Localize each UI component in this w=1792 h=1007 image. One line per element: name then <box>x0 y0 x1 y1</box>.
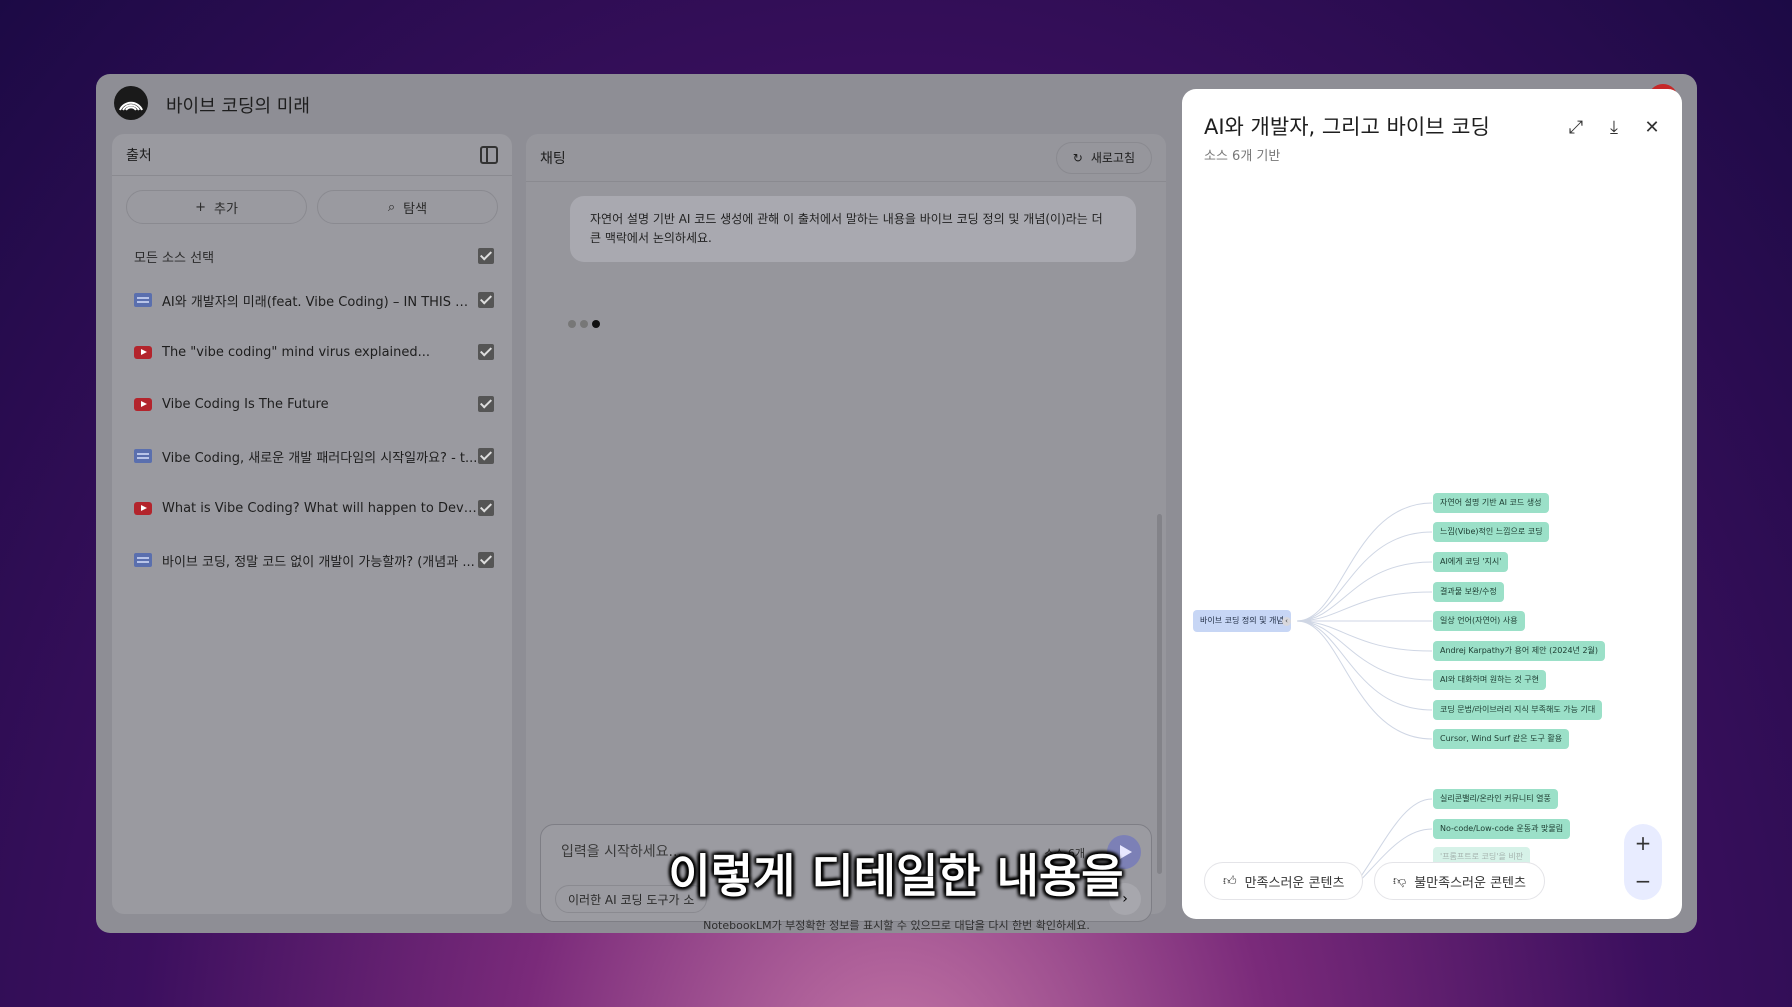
source-item[interactable]: The "vibe coding" mind virus explained..… <box>112 326 512 378</box>
document-icon <box>134 449 152 463</box>
dislike-button[interactable]: 👎︎ 불만족스러운 콘텐츠 <box>1374 862 1545 900</box>
source-count: 소스 6개 <box>1044 847 1085 860</box>
source-checkbox[interactable] <box>478 344 494 360</box>
chat-title: 채팅 <box>540 150 566 167</box>
collapse-panel-icon[interactable] <box>480 145 498 164</box>
source-item[interactable]: AI와 개발자의 미래(feat. Vibe Coding) – IN THIS… <box>112 274 512 326</box>
loading-indicator <box>568 320 600 328</box>
chevron-right-icon[interactable]: › <box>1109 883 1141 915</box>
source-checkbox[interactable] <box>478 448 494 464</box>
mindmap-node[interactable]: No-code/Low-code 운동과 맞물림 <box>1433 819 1571 839</box>
discover-button[interactable]: ⌕ 탐색 <box>317 190 498 224</box>
zoom-out-icon[interactable]: − <box>1635 869 1652 893</box>
chat-input[interactable]: 입력을 시작하세요... <box>561 841 682 861</box>
send-button[interactable] <box>1107 835 1141 869</box>
mindmap-node[interactable]: 코딩 문법/라이브러리 지식 부족해도 가능 기대 <box>1433 700 1603 720</box>
collapse-node-icon[interactable]: ‹ <box>1282 617 1291 626</box>
plus-icon: + <box>195 199 206 215</box>
refresh-button[interactable]: ↻ 새로고침 <box>1055 141 1152 174</box>
chat-panel: 채팅 ↻ 새로고침 자연어 설명 기반 AI 코드 생성에 관해 이 출처에서 … <box>526 134 1166 922</box>
source-item[interactable]: What is Vibe Coding? What will happen to… <box>112 482 512 534</box>
mindmap-node[interactable]: AI에게 코딩 '지시' <box>1433 552 1509 572</box>
chat-scrollbar[interactable] <box>1157 514 1162 874</box>
mindmap-panel: AI와 개발자, 그리고 바이브 코딩 소스 6개 기반 ⤢ ⤓ ✕ 바이브 코… <box>1182 89 1682 919</box>
zoom-in-icon[interactable]: + <box>1635 831 1652 855</box>
sources-panel: 출처 + 추가 ⌕ 탐색 모든 소스 선택 AI와 개발자의 미래(feat. … <box>112 134 512 914</box>
mindmap-node[interactable]: 느낌(Vibe)적인 느낌으로 코딩 <box>1433 522 1550 542</box>
mindmap-connectors <box>1296 502 1433 890</box>
disclaimer: NotebookLM가 부정확한 정보를 표시할 수 있으므로 대답을 다시 한… <box>703 919 1090 932</box>
youtube-icon <box>134 501 152 515</box>
document-icon <box>134 553 152 567</box>
mindmap-node[interactable]: AI와 대화하며 원하는 것 구현 <box>1433 670 1546 690</box>
source-checkbox[interactable] <box>478 396 494 412</box>
like-button[interactable]: 👍︎ 만족스러운 콘텐츠 <box>1204 862 1364 900</box>
chat-header: 채팅 ↻ 새로고침 <box>526 134 1166 182</box>
sources-title: 출처 <box>126 147 152 164</box>
document-icon <box>134 293 152 307</box>
mindmap-node[interactable]: 자연어 설명 기반 AI 코드 생성 <box>1433 493 1549 513</box>
source-checkbox[interactable] <box>478 500 494 516</box>
thumbs-up-icon: 👍︎ <box>1223 873 1237 889</box>
search-sparkle-icon: ⌕ <box>387 199 396 215</box>
source-checkbox[interactable] <box>478 552 494 568</box>
select-all-row[interactable]: 모든 소스 선택 <box>112 238 512 274</box>
youtube-icon <box>134 345 152 359</box>
notebook-title[interactable]: 바이브 코딩의 미래 <box>166 92 310 118</box>
mindmap-node[interactable]: 실리콘밸리/온라인 커뮤니티 열풍 <box>1433 789 1558 809</box>
select-all-checkbox[interactable] <box>478 248 494 264</box>
mindmap-node[interactable]: 일상 언어(자연어) 사용 <box>1433 611 1525 631</box>
suggestion-chip[interactable]: 이러한 AI 코딩 도구가 소 <box>555 885 708 913</box>
user-message: 자연어 설명 기반 AI 코드 생성에 관해 이 출처에서 말하는 내용을 바이… <box>570 196 1136 262</box>
source-item[interactable]: 바이브 코딩, 정말 코드 없이 개발이 가능할까? (개념과 ... <box>112 534 512 586</box>
mindmap-node[interactable]: Andrej Karpathy가 용어 제안 (2024년 2월) <box>1433 641 1606 661</box>
zoom-controls: + − <box>1624 824 1662 900</box>
mindmap-node[interactable]: 결과물 보완/수정 <box>1433 582 1504 602</box>
refresh-icon: ↻ <box>1072 150 1083 165</box>
sources-header: 출처 <box>112 134 512 176</box>
chat-composer: 입력을 시작하세요... 소스 6개 이러한 AI 코딩 도구가 소 › <box>540 824 1152 922</box>
source-checkbox[interactable] <box>478 292 494 308</box>
mindmap-root-node[interactable]: 바이브 코딩 정의 및 개념 <box>1193 610 1291 632</box>
thumbs-down-icon: 👎︎ <box>1393 873 1407 889</box>
notebooklm-logo-icon[interactable] <box>114 86 148 120</box>
source-item[interactable]: Vibe Coding Is The Future <box>112 378 512 430</box>
add-source-button[interactable]: + 추가 <box>126 190 307 224</box>
mindmap-node[interactable]: Cursor, Wind Surf 같은 도구 활용 <box>1433 729 1570 749</box>
youtube-icon <box>134 397 152 411</box>
source-item[interactable]: Vibe Coding, 새로운 개발 패러다임의 시작일까요? - t... <box>112 430 512 482</box>
